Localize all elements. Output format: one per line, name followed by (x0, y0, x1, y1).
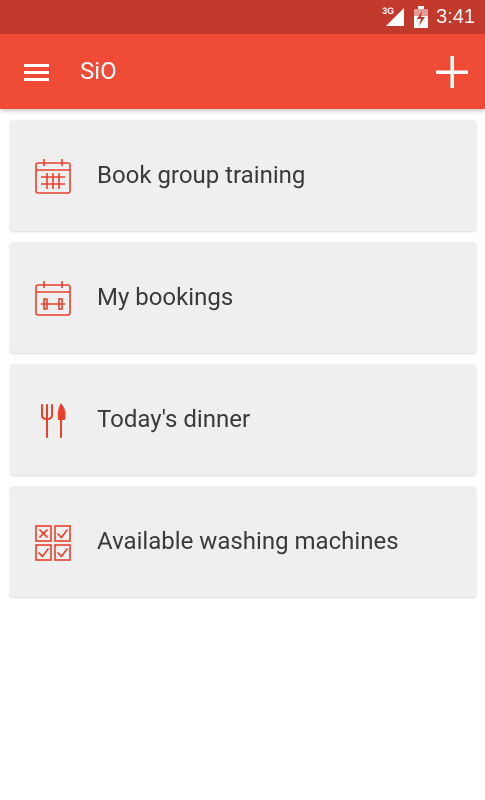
menu-item-label: Available washing machines (97, 527, 399, 555)
calendar-grid-icon (35, 159, 71, 194)
menu-item-my-bookings[interactable]: My bookings (10, 242, 476, 353)
add-icon (436, 56, 468, 88)
menu-item-todays-dinner[interactable]: Today's dinner (10, 364, 476, 475)
menu-item-available-washing-machines[interactable]: Available washing machines (10, 486, 476, 597)
menu-item-label: My bookings (97, 283, 234, 311)
battery-icon (414, 6, 429, 28)
menu-list: Book group training My bookings Today's … (10, 120, 476, 608)
signal-icon (386, 8, 405, 26)
menu-icon (24, 64, 49, 81)
menu-item-book-group-training[interactable]: Book group training (10, 120, 476, 231)
menu-item-label: Today's dinner (97, 405, 251, 433)
status-bar: 3G 3:41 (0, 0, 485, 34)
app-bar: SiO (0, 34, 485, 109)
fork-knife-icon (41, 403, 66, 438)
menu-item-label: Book group training (97, 161, 306, 189)
checkbox-grid-icon (35, 525, 71, 561)
status-clock: 3:41 (436, 5, 475, 28)
menu-button[interactable] (22, 58, 52, 86)
calendar-dumbbell-icon (35, 281, 71, 316)
app-title: SiO (80, 57, 117, 85)
add-button[interactable] (433, 53, 471, 91)
network-indicator: 3G (382, 6, 406, 28)
status-icons: 3G 3:41 (382, 0, 475, 34)
